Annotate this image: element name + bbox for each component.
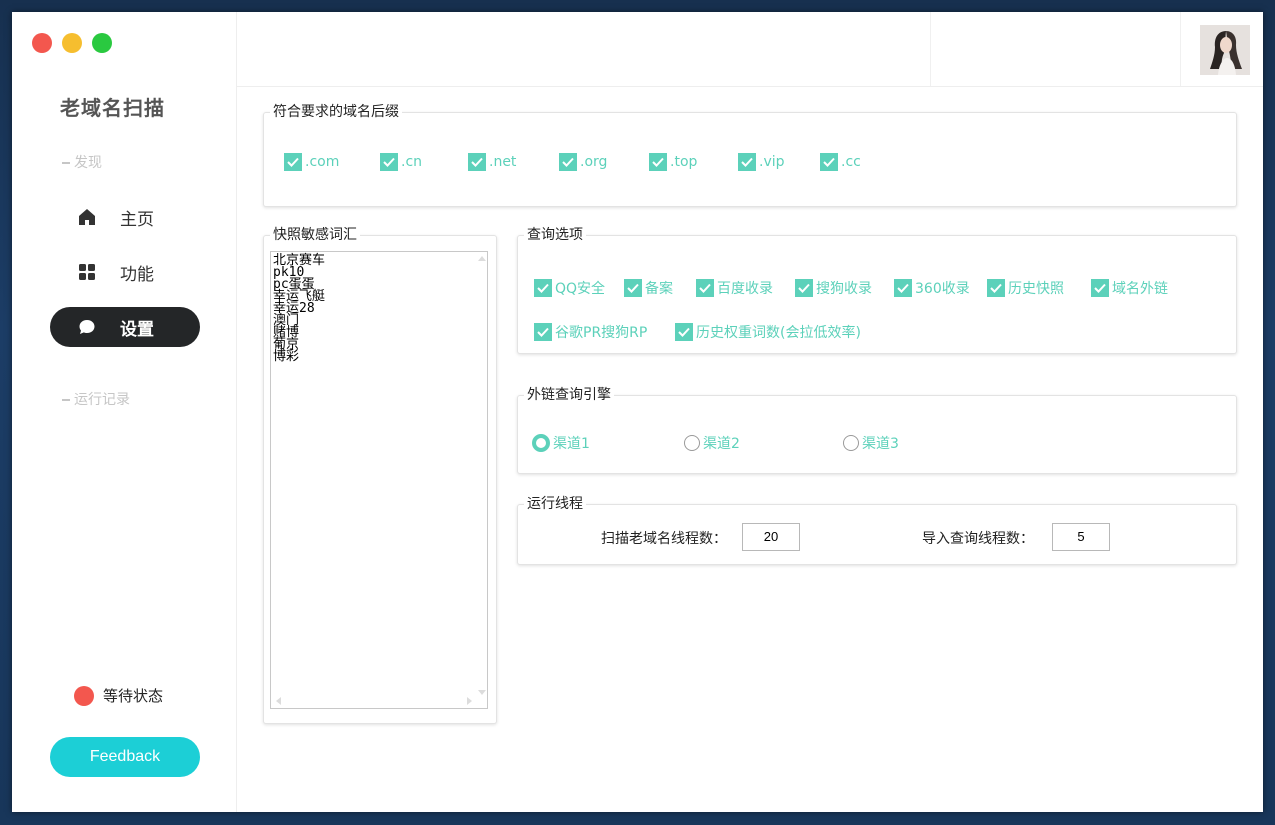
app-window: 老域名扫描 发现 主页 功能 设置 运行记录 等待状态 Feedback 符合要…: [12, 12, 1263, 812]
top-bar: [237, 12, 1263, 87]
status-indicator: 等待状态: [74, 685, 163, 706]
checkmark-icon: [696, 279, 714, 297]
grid-icon: [78, 263, 96, 281]
scroll-right-icon[interactable]: [467, 697, 472, 705]
group-title: 查询选项: [524, 226, 586, 244]
feedback-button[interactable]: Feedback: [50, 737, 200, 777]
checkbox-baidu-index[interactable]: 百度收录: [696, 278, 773, 298]
radio-empty-icon: [843, 435, 859, 451]
radio-channel-3[interactable]: 渠道3: [843, 433, 899, 453]
sidebar-item-settings[interactable]: 设置: [50, 307, 200, 347]
dash-icon: [62, 399, 70, 401]
checkmark-icon: [284, 153, 302, 171]
divider: [930, 12, 931, 86]
checkbox-icp-record[interactable]: 备案: [624, 278, 673, 298]
checkbox-org[interactable]: .org: [559, 153, 607, 171]
checkmark-icon: [380, 153, 398, 171]
threads-group: 运行线程 扫描老域名线程数： 20 导入查询线程数： 5: [517, 495, 1237, 565]
sensitive-words-group: 快照敏感词汇 北京赛车 pk10 pc蛋蛋 幸运飞艇 幸运28 澳门 赌博 葡京…: [263, 226, 497, 724]
sidebar-item-label: 功能: [120, 264, 154, 285]
scroll-down-icon[interactable]: [478, 690, 486, 695]
link-engine-group: 外链查询引擎 渠道1 渠道2 渠道3: [517, 386, 1237, 474]
checkmark-icon: [894, 279, 912, 297]
scan-threads-input[interactable]: 20: [742, 523, 800, 551]
avatar-portrait-icon: [1200, 25, 1250, 75]
checkmark-icon: [624, 279, 642, 297]
sidebar: 老域名扫描 发现 主页 功能 设置 运行记录 等待状态 Feedback: [12, 12, 237, 812]
checkbox-external-links[interactable]: 域名外链: [1091, 278, 1168, 298]
section-run-log: 运行记录: [62, 389, 130, 409]
checkbox-top[interactable]: .top: [649, 153, 697, 171]
status-text: 等待状态: [103, 687, 164, 705]
section-discover: 发现: [62, 152, 102, 172]
maximize-window-button[interactable]: [92, 33, 112, 53]
app-title: 老域名扫描: [60, 96, 165, 120]
sensitive-words-textarea[interactable]: 北京赛车 pk10 pc蛋蛋 幸运飞艇 幸运28 澳门 赌博 葡京 博彩: [270, 251, 488, 709]
scroll-left-icon[interactable]: [276, 697, 281, 705]
sidebar-item-label: 主页: [120, 209, 154, 230]
close-window-button[interactable]: [32, 33, 52, 53]
checkbox-history-weight-words[interactable]: 历史权重词数(会拉低效率): [675, 322, 861, 342]
checkmark-icon: [559, 153, 577, 171]
checkmark-icon: [820, 153, 838, 171]
checkbox-360-index[interactable]: 360收录: [894, 278, 970, 298]
dash-icon: [62, 162, 70, 164]
checkmark-icon: [468, 153, 486, 171]
group-title: 外链查询引擎: [524, 386, 614, 404]
checkmark-icon: [1091, 279, 1109, 297]
checkmark-icon: [534, 323, 552, 341]
group-title: 符合要求的域名后缀: [270, 103, 402, 121]
sidebar-item-label: 设置: [120, 319, 154, 340]
radio-selected-icon: [532, 434, 550, 452]
scan-threads-label: 扫描老域名线程数：: [601, 531, 727, 547]
status-dot-icon: [74, 685, 94, 706]
checkbox-cc[interactable]: .cc: [820, 153, 861, 171]
checkbox-qq-security[interactable]: QQ安全: [534, 278, 605, 298]
import-threads-label: 导入查询线程数：: [922, 531, 1034, 547]
domain-suffix-group: 符合要求的域名后缀 .com .cn .net .org .top .vip .…: [263, 103, 1237, 207]
sidebar-item-home[interactable]: 主页: [50, 197, 200, 237]
radio-channel-2[interactable]: 渠道2: [684, 433, 740, 453]
checkbox-vip[interactable]: .vip: [738, 153, 785, 171]
group-title: 快照敏感词汇: [270, 226, 360, 244]
sidebar-item-features[interactable]: 功能: [50, 252, 200, 292]
checkbox-net[interactable]: .net: [468, 153, 516, 171]
home-icon: [78, 208, 96, 226]
checkbox-google-pr-sogou-rp[interactable]: 谷歌PR搜狗RP: [534, 322, 647, 342]
import-threads-input[interactable]: 5: [1052, 523, 1110, 551]
checkmark-icon: [738, 153, 756, 171]
avatar[interactable]: [1200, 25, 1250, 75]
radio-empty-icon: [684, 435, 700, 451]
radio-channel-1[interactable]: 渠道1: [532, 433, 590, 453]
chat-bubble-icon: [78, 318, 96, 336]
checkmark-icon: [987, 279, 1005, 297]
query-options-group: 查询选项 QQ安全 备案 百度收录 搜狗收录 360收录 历史快照 域名外链 谷…: [517, 226, 1237, 354]
checkmark-icon: [534, 279, 552, 297]
scroll-up-icon[interactable]: [478, 256, 486, 261]
checkbox-sogou-index[interactable]: 搜狗收录: [795, 278, 872, 298]
checkbox-history-snapshot[interactable]: 历史快照: [987, 278, 1064, 298]
divider: [1180, 12, 1181, 86]
checkmark-icon: [675, 323, 693, 341]
checkbox-cn[interactable]: .cn: [380, 153, 422, 171]
checkbox-com[interactable]: .com: [284, 153, 339, 171]
minimize-window-button[interactable]: [62, 33, 82, 53]
checkmark-icon: [649, 153, 667, 171]
group-title: 运行线程: [524, 495, 586, 513]
checkmark-icon: [795, 279, 813, 297]
